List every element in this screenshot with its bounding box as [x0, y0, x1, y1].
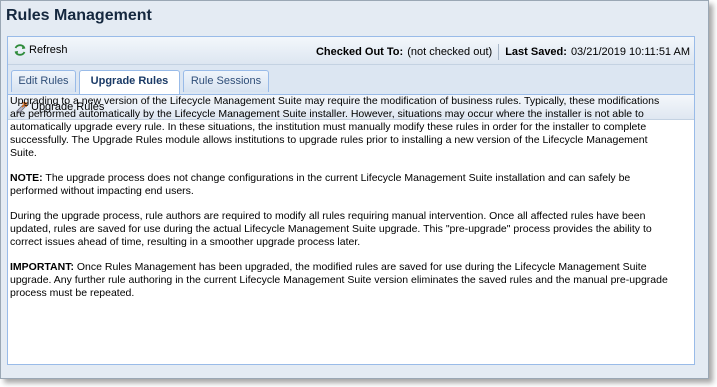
- tab-edit-rules[interactable]: Edit Rules: [11, 70, 76, 92]
- note-label: NOTE:: [10, 172, 43, 184]
- tab-strip: Edit Rules Upgrade Rules Rule Sessions: [8, 65, 694, 95]
- important-paragraph: IMPORTANT: Once Rules Management has bee…: [10, 261, 675, 300]
- note-paragraph: NOTE: The upgrade process does not chang…: [10, 172, 675, 198]
- note-text: The upgrade process does not change conf…: [10, 172, 631, 197]
- important-text: Once Rules Management has been upgraded,…: [10, 261, 668, 299]
- tab-rule-sessions[interactable]: Rule Sessions: [183, 70, 269, 92]
- important-label: IMPORTANT:: [10, 261, 74, 273]
- last-saved-value: 03/21/2019 10:11:51 AM: [570, 46, 690, 58]
- refresh-icon: [13, 43, 27, 57]
- toolbar-separator: [498, 44, 500, 60]
- checked-out-value: (not checked out): [407, 46, 493, 58]
- intro-paragraph: Upgrading to a new version of the Lifecy…: [10, 95, 660, 159]
- checkout-status: Checked Out To: (not checked out) Last S…: [316, 44, 690, 60]
- process-paragraph: During the upgrade process, rule authors…: [10, 210, 652, 248]
- tab-upgrade-rules[interactable]: Upgrade Rules: [79, 70, 180, 94]
- refresh-button[interactable]: Refresh: [13, 42, 68, 58]
- page-title: Rules Management: [6, 7, 152, 24]
- upgrade-rules-description: Upgrading to a new version of the Lifecy…: [10, 95, 675, 312]
- toolbar: Refresh Checked Out To: (not checked out…: [8, 37, 694, 65]
- last-saved-label: Last Saved:: [505, 46, 567, 58]
- rules-management-window: Rules Management Refresh Checked Out To:…: [0, 0, 709, 379]
- checked-out-label: Checked Out To:: [315, 46, 404, 58]
- refresh-label: Refresh: [29, 44, 68, 56]
